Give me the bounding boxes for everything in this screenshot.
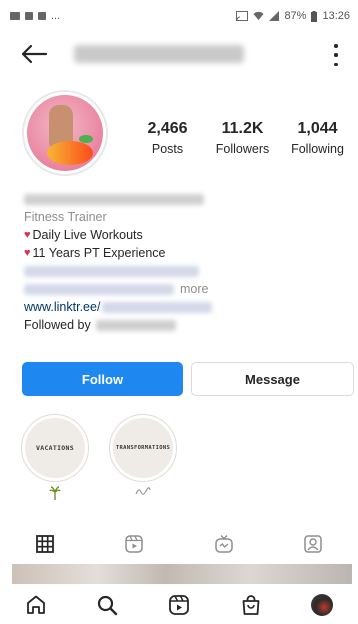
app-header xyxy=(0,34,358,76)
status-left: ... xyxy=(10,10,60,22)
profile-tabs xyxy=(0,528,358,560)
stat-following[interactable]: 1,044 Following xyxy=(280,120,355,156)
igtv-icon xyxy=(215,535,233,553)
signature-icon xyxy=(135,486,151,500)
cast-icon xyxy=(236,11,249,21)
posts-label: Posts xyxy=(151,142,184,156)
nav-reels[interactable] xyxy=(159,590,199,620)
display-name-blurred xyxy=(24,193,204,205)
profile-actions: Follow Message xyxy=(22,362,354,396)
followed-by-line[interactable]: Followed by xyxy=(24,316,344,334)
following-count: 1,044 xyxy=(297,120,338,137)
grid-icon xyxy=(35,535,54,553)
home-icon xyxy=(26,595,45,614)
post-thumbnails[interactable] xyxy=(12,564,352,584)
bio-name-line xyxy=(24,190,344,208)
briefcase-icon xyxy=(38,12,46,20)
nav-shop[interactable] xyxy=(231,590,271,620)
bio-text-1: Daily Live Workouts xyxy=(32,228,143,242)
bio-line-2: ♥ 11 Years PT Experience xyxy=(24,244,344,262)
clock: 13:26 xyxy=(322,10,350,22)
bio-text-2: 11 Years PT Experience xyxy=(32,246,166,260)
highlight-title: VACATIONS xyxy=(36,444,74,452)
nav-profile[interactable] xyxy=(302,590,342,620)
highlight-ring: TRANSFORMATIONS xyxy=(109,414,177,482)
message-button[interactable]: Message xyxy=(191,362,354,396)
bio-line-1: ♥ Daily Live Workouts xyxy=(24,226,344,244)
highlight-title: TRANSFORMATIONS xyxy=(115,445,171,451)
battery-percent: 87% xyxy=(284,10,307,22)
follow-button[interactable]: Follow xyxy=(22,362,183,396)
profile-avatar[interactable] xyxy=(22,90,108,176)
status-more: ... xyxy=(51,10,61,22)
more-link[interactable]: more xyxy=(180,280,208,298)
shopping-bag-icon xyxy=(242,595,259,615)
bio-category: Fitness Trainer xyxy=(24,208,344,226)
wifi-icon xyxy=(253,11,264,20)
following-label: Following xyxy=(291,142,344,156)
highlight-vacations[interactable]: VACATIONS xyxy=(20,414,90,500)
signal-icon xyxy=(269,11,280,21)
profile-bio: Fitness Trainer ♥ Daily Live Workouts ♥ … xyxy=(24,190,344,334)
highlight-transformations[interactable]: TRANSFORMATIONS xyxy=(108,414,178,500)
reels-icon xyxy=(125,535,143,553)
stat-followers[interactable]: 11.2K Followers xyxy=(205,120,280,156)
link-blurred xyxy=(102,301,213,313)
bio-link[interactable]: www.linktr.ee/ xyxy=(24,298,100,316)
nav-search[interactable] xyxy=(87,590,127,620)
bio-link-line: www.linktr.ee/ xyxy=(24,298,344,316)
tab-tagged[interactable] xyxy=(293,530,333,558)
tagged-icon xyxy=(304,535,322,553)
battery-icon xyxy=(311,10,318,22)
bio-blurred-text xyxy=(24,283,174,295)
followed-by-blurred xyxy=(95,319,176,331)
tab-reels[interactable] xyxy=(114,530,154,558)
image-icon xyxy=(10,12,20,20)
followers-count: 11.2K xyxy=(221,120,264,137)
fitness-emoji-icon: ♥ xyxy=(24,247,31,259)
battery-saver-icon xyxy=(25,12,33,20)
posts-count: 2,466 xyxy=(147,120,188,137)
status-right: 87% 13:26 xyxy=(236,10,350,22)
more-options-icon[interactable] xyxy=(332,44,340,66)
back-arrow-icon[interactable] xyxy=(20,42,48,66)
reels-icon xyxy=(169,595,189,615)
bio-line-3 xyxy=(24,262,344,280)
story-highlights: VACATIONS TRANSFORMATIONS xyxy=(20,414,178,500)
followed-by-label: Followed by xyxy=(24,318,91,332)
palm-tree-icon xyxy=(49,486,61,500)
status-bar: ... 87% 13:26 xyxy=(0,0,358,32)
avatar-image xyxy=(27,95,103,171)
followers-label: Followers xyxy=(215,142,270,156)
bio-line-4: more xyxy=(24,280,344,298)
nav-home[interactable] xyxy=(16,590,56,620)
tab-igtv[interactable] xyxy=(204,530,244,558)
bottom-nav xyxy=(0,586,358,624)
profile-stats: 2,466 Posts 11.2K Followers 1,044 Follow… xyxy=(130,120,355,156)
profile-avatar-icon xyxy=(311,594,334,616)
tab-grid[interactable] xyxy=(25,530,65,558)
category-label: Fitness Trainer xyxy=(24,210,107,224)
username-blurred xyxy=(74,45,244,63)
highlight-ring: VACATIONS xyxy=(21,414,89,482)
fitness-emoji-icon: ♥ xyxy=(24,229,31,241)
bio-blurred-text xyxy=(24,265,199,277)
search-icon xyxy=(98,595,118,616)
stat-posts[interactable]: 2,466 Posts xyxy=(130,120,205,156)
